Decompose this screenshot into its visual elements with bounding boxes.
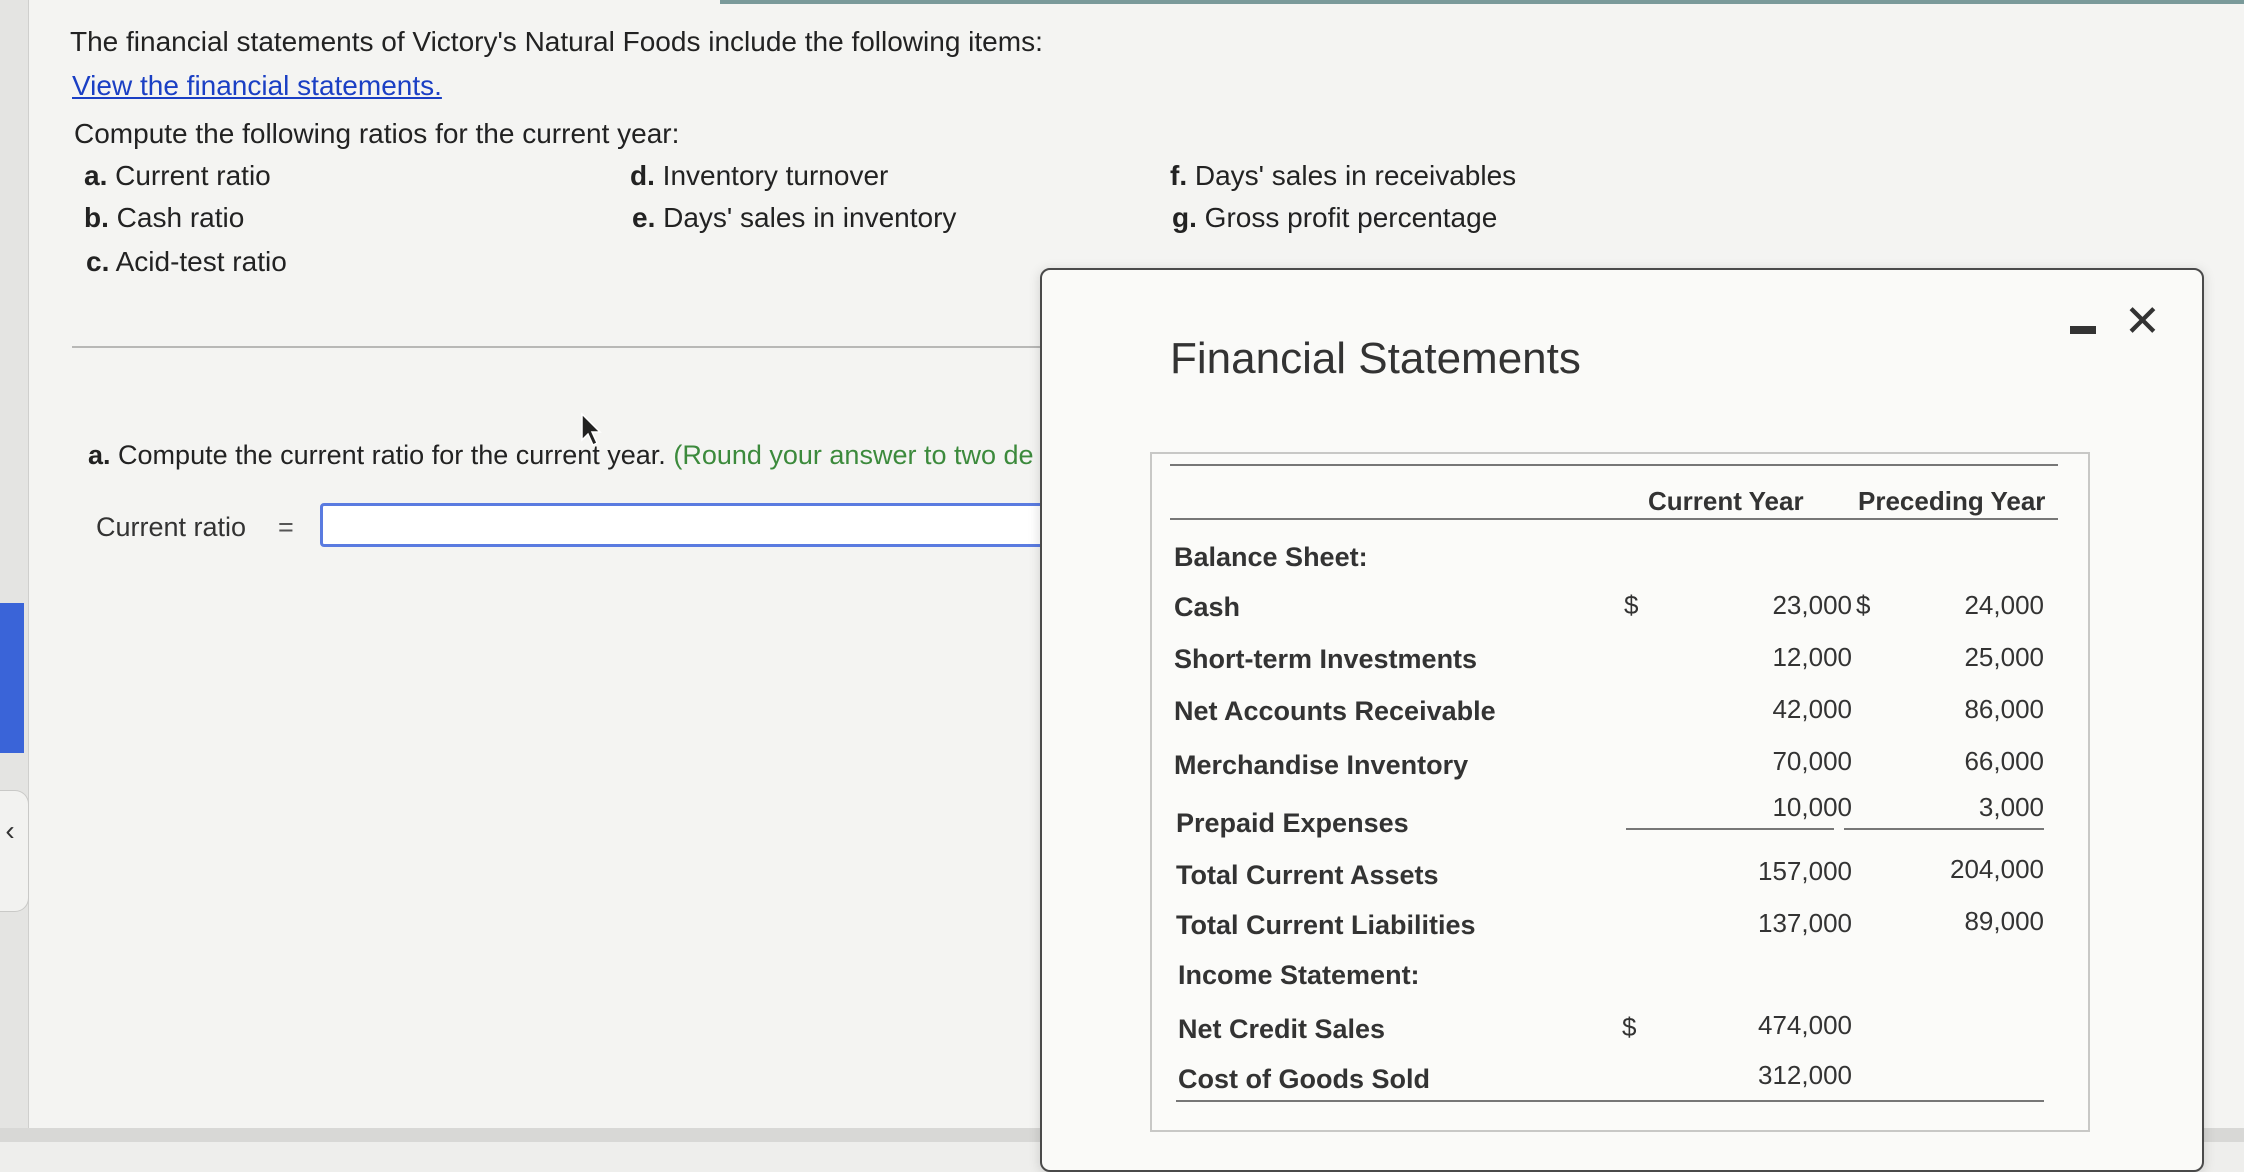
nar-preceding: 86,000 xyxy=(1964,694,2044,724)
ratio-letter: f. xyxy=(1170,160,1188,191)
ratio-item-g: g. Gross profit percentage xyxy=(1172,202,1497,234)
cash-preceding: 24,000 xyxy=(1964,590,2044,620)
question-hint: (Round your answer to two de xyxy=(673,440,1034,470)
dollar-sign: $ xyxy=(1622,1012,1637,1042)
mouse-pointer-icon xyxy=(581,412,602,447)
ratio-item-f: f. Days' sales in receivables xyxy=(1170,160,1516,192)
header-underline xyxy=(1170,518,2058,520)
ratio-letter: b. xyxy=(84,202,109,233)
section-balance-sheet: Balance Sheet: xyxy=(1174,542,1368,572)
ratio-text: Gross profit percentage xyxy=(1204,202,1498,233)
ratio-item-b: b. Cash ratio xyxy=(84,202,244,234)
page: ‹ The financial statements of Victory's … xyxy=(0,0,2244,1172)
prepaid-preceding: 3,000 xyxy=(1978,792,2044,822)
nar-current: 42,000 xyxy=(1772,694,1852,724)
ratio-item-c: c. Acid-test ratio xyxy=(86,246,287,278)
problem-intro: The financial statements of Victory's Na… xyxy=(70,26,1043,57)
compute-prompt: Compute the following ratios for the cur… xyxy=(74,118,680,149)
ratio-text: Acid-test ratio xyxy=(115,246,287,277)
question-a: a. Compute the current ratio for the cur… xyxy=(88,440,1034,471)
subtotal-rule-preceding xyxy=(1844,828,2044,830)
ratio-text: Days' sales in receivables xyxy=(1194,160,1517,191)
inv-preceding: 66,000 xyxy=(1964,746,2044,776)
row-label-cost-of-goods-sold: Cost of Goods Sold xyxy=(1178,1064,1430,1094)
tca-preceding: 204,000 xyxy=(1950,854,2044,884)
tcl-preceding: 89,000 xyxy=(1964,906,2044,936)
financial-statements-table: Current Year Preceding Year Balance Shee… xyxy=(1150,452,2090,1132)
ratio-letter: e. xyxy=(632,202,656,233)
left-sidebar-strip xyxy=(0,0,29,1142)
dollar-sign: $ xyxy=(1856,590,1871,620)
equals-sign: = xyxy=(278,512,294,542)
ratio-item-e: e. Days' sales in inventory xyxy=(632,202,956,234)
sti-current: 12,000 xyxy=(1772,642,1852,672)
ratio-letter: a. xyxy=(84,160,108,191)
inv-current: 70,000 xyxy=(1772,746,1852,776)
left-sidebar-active-marker[interactable] xyxy=(0,603,24,753)
section-income-statement: Income Statement: xyxy=(1178,960,1420,990)
ratio-text: Inventory turnover xyxy=(662,160,889,191)
question-letter: a. xyxy=(88,440,111,470)
prepaid-current: 10,000 xyxy=(1772,792,1852,822)
row-label-short-term-investments: Short-term Investments xyxy=(1174,644,1478,674)
dollar-sign: $ xyxy=(1624,590,1639,620)
column-header-preceding-year: Preceding Year xyxy=(1858,486,2046,516)
row-label-merchandise-inventory: Merchandise Inventory xyxy=(1174,750,1469,780)
view-statements-link[interactable]: View the financial statements. xyxy=(72,70,442,102)
minimize-icon[interactable] xyxy=(2070,326,2096,334)
current-ratio-input[interactable] xyxy=(320,503,1080,547)
row-label-prepaid-expenses: Prepaid Expenses xyxy=(1176,808,1409,838)
row-label-net-credit-sales: Net Credit Sales xyxy=(1178,1014,1386,1044)
ratio-item-d: d. Inventory turnover xyxy=(630,160,888,192)
ncs-current: 474,000 xyxy=(1758,1010,1852,1040)
ratio-letter: g. xyxy=(1172,202,1197,233)
chevron-left-icon[interactable]: ‹ xyxy=(0,815,20,847)
left-panel-toggle[interactable] xyxy=(0,790,29,912)
table-bottom-rule xyxy=(1176,1100,2044,1102)
row-label-net-accounts-receivable: Net Accounts Receivable xyxy=(1174,696,1496,726)
top-accent-line xyxy=(720,0,2244,4)
table-top-rule xyxy=(1170,464,2058,466)
ratio-item-a: a. Current ratio xyxy=(84,160,271,192)
row-label-cash: Cash xyxy=(1174,592,1241,622)
ratio-letter: d. xyxy=(630,160,655,191)
dialog-title: Financial Statements xyxy=(1170,334,1581,383)
subtotal-rule-current xyxy=(1626,828,1834,830)
ratio-text: Cash ratio xyxy=(116,202,245,233)
column-header-current-year: Current Year xyxy=(1648,486,1804,516)
row-label-total-current-liabilities: Total Current Liabilities xyxy=(1176,910,1476,940)
ratio-letter: c. xyxy=(86,246,110,277)
ratio-text: Current ratio xyxy=(115,160,271,191)
tcl-current: 137,000 xyxy=(1758,908,1852,938)
current-ratio-label: Current ratio xyxy=(96,512,247,542)
cash-current: 23,000 xyxy=(1772,590,1852,620)
row-label-total-current-assets: Total Current Assets xyxy=(1176,860,1439,890)
ratio-text: Days' sales in inventory xyxy=(663,202,957,233)
cogs-current: 312,000 xyxy=(1758,1060,1852,1090)
financial-statements-dialog: Financial Statements ✕ Current Year Prec… xyxy=(1040,268,2204,1172)
tca-current: 157,000 xyxy=(1758,856,1852,886)
sti-preceding: 25,000 xyxy=(1964,642,2044,672)
close-icon[interactable]: ✕ xyxy=(2124,300,2161,344)
